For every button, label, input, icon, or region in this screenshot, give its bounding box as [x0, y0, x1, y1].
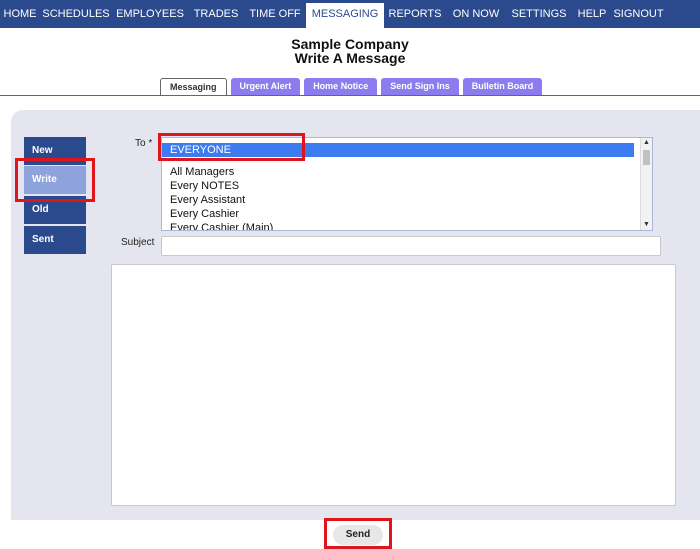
scroll-up-icon[interactable]: ▲	[641, 138, 652, 148]
nav-settings[interactable]: SETTINGS	[506, 0, 572, 28]
tab-send-sign-ins[interactable]: Send Sign Ins	[381, 78, 459, 95]
top-nav: HOME SCHEDULES EMPLOYEES TRADES TIME OFF…	[0, 0, 700, 28]
recipient-option-selected[interactable]: EVERYONE	[162, 143, 634, 157]
nav-help[interactable]: HELP	[572, 0, 612, 28]
nav-time-off[interactable]: TIME OFF	[244, 0, 306, 28]
recipient-option[interactable]: Every Cashier	[162, 207, 652, 221]
page-title: Write A Message	[294, 50, 406, 66]
recipient-option[interactable]: Every Cashier (Main)	[162, 221, 652, 230]
old-button[interactable]: Old	[24, 196, 86, 224]
tab-bulletin-board[interactable]: Bulletin Board	[462, 78, 543, 95]
subject-input[interactable]	[161, 236, 661, 256]
messaging-subtabs: Messaging Urgent Alert Home Notice Send …	[160, 78, 546, 96]
recipient-option[interactable]: Every Assistant	[162, 193, 652, 207]
nav-reports[interactable]: REPORTS	[384, 0, 446, 28]
send-button[interactable]: Send	[333, 525, 383, 545]
tab-messaging[interactable]: Messaging	[160, 78, 227, 96]
nav-employees[interactable]: EMPLOYEES	[112, 0, 188, 28]
tab-home-notice[interactable]: Home Notice	[304, 78, 378, 95]
nav-schedules[interactable]: SCHEDULES	[40, 0, 112, 28]
scroll-thumb[interactable]	[643, 150, 650, 165]
tab-divider	[0, 95, 700, 96]
write-button[interactable]: Write	[24, 166, 86, 194]
nav-on-now[interactable]: ON NOW	[446, 0, 506, 28]
message-body-input[interactable]	[111, 264, 676, 506]
recipient-option[interactable]: Every NOTES	[162, 179, 652, 193]
nav-home[interactable]: HOME	[0, 0, 40, 28]
nav-signout[interactable]: SIGNOUT	[612, 0, 665, 28]
to-label: To *	[135, 138, 153, 149]
recipient-scrollbar[interactable]: ▲ ▼	[640, 138, 652, 230]
recipient-list[interactable]: EVERYONE --------------- All Managers Ev…	[161, 137, 653, 231]
recipient-option[interactable]: All Managers	[162, 165, 652, 179]
new-button[interactable]: New	[24, 137, 86, 165]
nav-messaging[interactable]: MESSAGING	[306, 0, 384, 28]
nav-trades[interactable]: TRADES	[188, 0, 244, 28]
tab-urgent-alert[interactable]: Urgent Alert	[230, 78, 301, 95]
recipient-separator: ---------------	[170, 158, 200, 164]
sent-button[interactable]: Sent	[24, 226, 86, 254]
scroll-down-icon[interactable]: ▼	[641, 220, 652, 230]
subject-label: Subject	[121, 237, 155, 248]
